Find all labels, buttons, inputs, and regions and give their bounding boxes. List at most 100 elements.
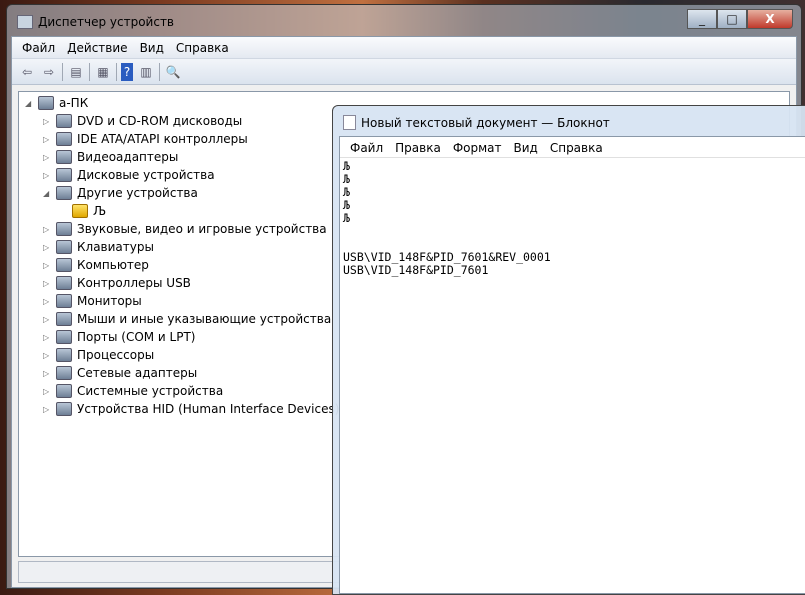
tree-item[interactable]: ▷ Устройства HID (Human Interface Devices…	[43, 400, 339, 418]
tree-item[interactable]: ▷ IDE ATA/ATAPI контроллеры	[43, 130, 248, 148]
tree-item-label: DVD и CD-ROM дисководы	[77, 114, 243, 128]
tree-item[interactable]: ▷ DVD и CD-ROM дисководы	[43, 112, 242, 130]
tree-item[interactable]: ▷ Системные устройства	[43, 382, 223, 400]
notepad-title: Новый текстовый документ — Блокнот	[361, 115, 610, 130]
minimize-button[interactable]: _	[687, 9, 717, 29]
notepad-menu-bar: Файл Правка Формат Вид Справка	[340, 137, 805, 158]
expand-icon[interactable]: ▷	[43, 171, 51, 180]
forward-icon[interactable]: ⇨	[40, 63, 58, 81]
menu-file[interactable]: Файл	[16, 37, 61, 58]
expand-icon[interactable]: ▷	[43, 351, 51, 360]
tree-item-label: Клавиатуры	[77, 240, 154, 254]
root-label: а-ПК	[59, 96, 89, 110]
tree-item-label: Устройства HID (Human Interface Devices)	[77, 402, 340, 416]
tree-root[interactable]: ◢ а-ПК	[25, 94, 88, 112]
expand-icon[interactable]: ▷	[43, 225, 51, 234]
menu-action[interactable]: Действие	[61, 37, 133, 58]
tree-item[interactable]: ▷ Мониторы	[43, 292, 142, 310]
device-category-icon	[56, 222, 72, 236]
notepad-window: Новый текстовый документ — Блокнот Файл …	[332, 105, 805, 595]
menu-view[interactable]: Вид	[134, 37, 170, 58]
tree-item-label: Звуковые, видео и игровые устройства	[77, 222, 327, 236]
expand-icon[interactable]: ▷	[43, 387, 51, 396]
expand-icon[interactable]: ▷	[43, 333, 51, 342]
tree-item[interactable]: ▷ Дисковые устройства	[43, 166, 215, 184]
device-category-icon	[56, 312, 72, 326]
tree-item[interactable]: ▷ Звуковые, видео и игровые устройства	[43, 220, 327, 238]
np-menu-view[interactable]: Вид	[508, 137, 544, 157]
tree-item[interactable]: ▷ Видеоадаптеры	[43, 148, 178, 166]
tree-item-label: Порты (COM и LPT)	[77, 330, 196, 344]
tree-item-label: Мыши и иные указывающие устройства	[77, 312, 332, 326]
expand-icon[interactable]: ▷	[43, 117, 51, 126]
tree-item[interactable]: ▷ Контроллеры USB	[43, 274, 191, 292]
device-category-icon	[56, 366, 72, 380]
unknown-device-warning-icon	[72, 204, 88, 218]
help-icon[interactable]: ?	[121, 62, 133, 81]
tree-item-label: IDE ATA/ATAPI контроллеры	[77, 132, 248, 146]
device-category-icon	[56, 114, 72, 128]
device-manager-icon	[17, 15, 33, 29]
menu-bar: Файл Действие Вид Справка	[12, 37, 796, 59]
title-bar: Диспетчер устройств	[17, 15, 174, 29]
tree-item-label: Дисковые устройства	[77, 168, 215, 182]
tree-item-label: Другие устройства	[77, 186, 198, 200]
menu-help[interactable]: Справка	[170, 37, 235, 58]
np-menu-help[interactable]: Справка	[544, 137, 609, 157]
collapse-icon[interactable]: ◢	[43, 189, 51, 198]
window-title: Диспетчер устройств	[38, 15, 175, 29]
tree-item-label: Процессоры	[77, 348, 155, 362]
show-hide-console-tree-icon[interactable]: ▤	[67, 63, 85, 81]
np-menu-file[interactable]: Файл	[344, 137, 389, 157]
device-category-icon	[56, 168, 72, 182]
tree-item[interactable]: ▷ Сетевые адаптеры	[43, 364, 197, 382]
notepad-title-bar: Новый текстовый документ — Блокнот	[343, 115, 610, 130]
expand-icon[interactable]: ▷	[43, 369, 51, 378]
np-menu-format[interactable]: Формат	[447, 137, 508, 157]
expand-icon[interactable]: ▷	[43, 135, 51, 144]
expand-icon[interactable]: ▷	[43, 405, 51, 414]
tree-item-label: Мониторы	[77, 294, 142, 308]
device-category-icon	[56, 132, 72, 146]
maximize-button[interactable]: □	[717, 9, 747, 29]
tree-item[interactable]: ◢ Другие устройства	[43, 184, 198, 202]
device-category-icon	[56, 330, 72, 344]
tree-item[interactable]: ▷ Мыши и иные указывающие устройства	[43, 310, 331, 328]
back-icon[interactable]: ⇦	[18, 63, 36, 81]
computer-icon	[38, 96, 54, 110]
tree-item-label: Видеоадаптеры	[77, 150, 179, 164]
device-category-icon	[56, 276, 72, 290]
expand-icon[interactable]: ▷	[43, 153, 51, 162]
tree-item[interactable]: ▷ Компьютер	[43, 256, 149, 274]
properties-icon[interactable]: ▦	[94, 63, 112, 81]
scan-hardware-icon[interactable]: 🔍	[164, 63, 182, 81]
device-category-icon	[56, 240, 72, 254]
device-category-icon	[56, 258, 72, 272]
expand-icon[interactable]: ▷	[43, 261, 51, 270]
device-category-icon	[56, 348, 72, 362]
device-category-icon	[56, 294, 72, 308]
expand-icon[interactable]: ▷	[43, 297, 51, 306]
device-category-icon	[56, 402, 72, 416]
device-category-icon	[56, 384, 72, 398]
show-action-pane-icon[interactable]: ▥	[137, 63, 155, 81]
close-button[interactable]: X	[747, 9, 793, 29]
tree-item-label: Компьютер	[77, 258, 149, 272]
np-menu-edit[interactable]: Правка	[389, 137, 447, 157]
tree-item-label: Системные устройства	[77, 384, 224, 398]
expand-icon[interactable]: ▷	[43, 279, 51, 288]
notepad-text-area[interactable]: Љ Љ Љ Љ Љ USB\VID_148F&PID_7601&REV_0001…	[340, 158, 805, 279]
tree-item[interactable]: ▷ Клавиатуры	[43, 238, 154, 256]
device-category-icon	[56, 150, 72, 164]
tree-item[interactable]: ▷ Порты (COM и LPT)	[43, 328, 195, 346]
tree-item[interactable]: ▷ Процессоры	[43, 346, 154, 364]
toolbar: ⇦ ⇨ ▤ ▦ ? ▥ 🔍	[12, 59, 796, 85]
tree-item[interactable]: Љ	[59, 202, 106, 220]
tree-item-label: Сетевые адаптеры	[77, 366, 198, 380]
expand-icon[interactable]: ▷	[43, 315, 51, 324]
notepad-icon	[343, 115, 356, 130]
expand-icon[interactable]: ▷	[43, 243, 51, 252]
tree-item-label: Контроллеры USB	[77, 276, 191, 290]
device-category-icon	[56, 186, 72, 200]
tree-item-label: Љ	[93, 204, 107, 218]
